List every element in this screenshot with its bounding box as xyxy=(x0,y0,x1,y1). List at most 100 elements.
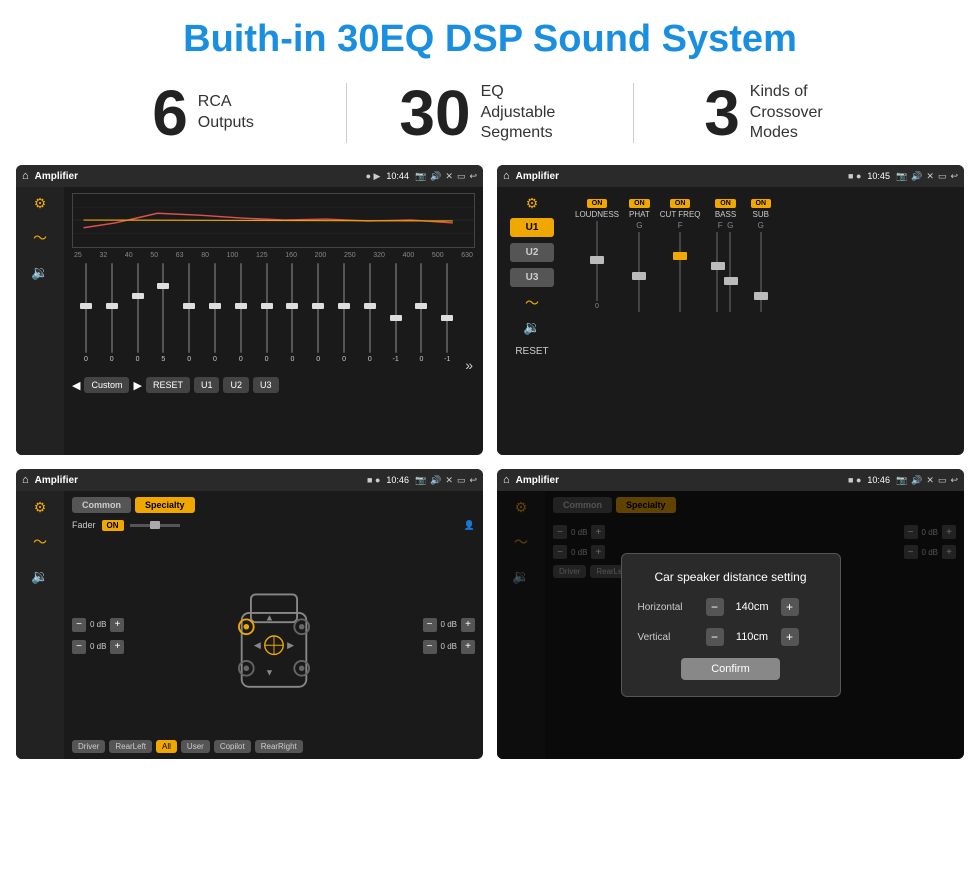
eq-slider-13[interactable]: 0 xyxy=(410,263,434,373)
eq-slider-11[interactable]: 0 xyxy=(358,263,382,373)
x-icon-2: ✕ xyxy=(926,171,934,182)
dot-icon: ● ▶ xyxy=(366,171,381,182)
eq-icon-3[interactable]: ⚙ xyxy=(34,499,47,516)
vertical-plus-btn[interactable]: + xyxy=(781,628,799,646)
eq-slider-0[interactable]: 0 xyxy=(74,263,98,373)
vol-fl-plus[interactable]: + xyxy=(110,618,124,632)
rearright-btn-3[interactable]: RearRight xyxy=(255,740,303,753)
home-icon-4[interactable]: ⌂ xyxy=(503,474,510,486)
eq-main: 25 32 40 50 63 80 100 125 160 200 250 32… xyxy=(64,187,483,455)
vol-fr-minus[interactable]: − xyxy=(423,618,437,632)
eq-slider-9[interactable]: 0 xyxy=(306,263,330,373)
rearleft-btn-3[interactable]: RearLeft xyxy=(109,740,152,753)
driver-btn-3[interactable]: Driver xyxy=(72,740,105,753)
speaker-icon[interactable]: 🔉 xyxy=(31,264,48,281)
sub-on[interactable]: ON xyxy=(751,199,772,208)
freq-80: 80 xyxy=(201,252,209,259)
vol-fl-minus[interactable]: − xyxy=(72,618,86,632)
back-icon-2[interactable]: ↩ xyxy=(950,171,958,182)
screen3-content: ⚙ 〜 🔉 Common Specialty Fader ON 👤 xyxy=(16,491,483,759)
freq-100: 100 xyxy=(227,252,239,259)
wave-icon-2[interactable]: 〜 xyxy=(525,293,539,313)
bass-slider[interactable] xyxy=(711,232,741,312)
home-icon-3[interactable]: ⌂ xyxy=(22,474,29,486)
vol-fr-plus[interactable]: + xyxy=(461,618,475,632)
loudness-on[interactable]: ON xyxy=(587,199,608,208)
svg-text:◀: ◀ xyxy=(253,640,260,650)
back-icon[interactable]: ↩ xyxy=(469,171,477,182)
prev-btn[interactable]: ◀ xyxy=(72,379,80,392)
screen-dialog: ⌂ Amplifier ■ ● 10:46 📷 🔊 ✕ ▭ ↩ ⚙ 〜 🔉 xyxy=(497,469,964,759)
speaker-icon-2[interactable]: 🔉 xyxy=(523,319,540,336)
u1-btn-1[interactable]: U1 xyxy=(194,377,220,393)
all-btn-3[interactable]: All xyxy=(156,740,177,753)
fader-on-badge-3[interactable]: ON xyxy=(102,520,124,531)
vol-rr-plus[interactable]: + xyxy=(461,640,475,654)
phat-on[interactable]: ON xyxy=(629,199,650,208)
screen3-main: Common Specialty Fader ON 👤 − xyxy=(64,491,483,759)
user-btn-3[interactable]: User xyxy=(181,740,210,753)
cutfreq-on[interactable]: ON xyxy=(670,199,691,208)
fader-label-3: Fader xyxy=(72,520,96,530)
horizontal-value: 140cm xyxy=(730,601,775,613)
eq-slider-1[interactable]: 0 xyxy=(100,263,124,373)
topbar-title-3: Amplifier xyxy=(35,475,361,486)
tab-specialty-3[interactable]: Specialty xyxy=(135,497,195,513)
eq-icon[interactable]: ⚙ xyxy=(34,195,47,212)
more-icon[interactable]: » xyxy=(465,357,473,373)
custom-btn[interactable]: Custom xyxy=(84,377,129,393)
eq-slider-10[interactable]: 0 xyxy=(332,263,356,373)
next-btn[interactable]: ▶ xyxy=(133,379,141,392)
back-icon-4[interactable]: ↩ xyxy=(950,475,958,486)
horizontal-minus-btn[interactable]: − xyxy=(706,598,724,616)
vol-rl-plus[interactable]: + xyxy=(110,640,124,654)
reset-btn-1[interactable]: RESET xyxy=(146,377,190,393)
speaker-icon-3[interactable]: 🔉 xyxy=(31,568,48,585)
u3-preset[interactable]: U3 xyxy=(510,268,554,287)
wave-icon-3[interactable]: 〜 xyxy=(33,532,47,552)
back-icon-3[interactable]: ↩ xyxy=(469,475,477,486)
eq-slider-5[interactable]: 0 xyxy=(203,263,227,373)
eq-slider-12[interactable]: -1 xyxy=(384,263,408,373)
loudness-label: LOUDNESS xyxy=(575,210,619,219)
bass-on[interactable]: ON xyxy=(715,199,736,208)
eq-slider-2[interactable]: 0 xyxy=(126,263,150,373)
eq-slider-4[interactable]: 0 xyxy=(177,263,201,373)
home-icon[interactable]: ⌂ xyxy=(22,170,29,182)
vol-rl-minus[interactable]: − xyxy=(72,640,86,654)
sub-slider[interactable] xyxy=(751,232,771,312)
cutfreq-slider[interactable] xyxy=(670,232,690,312)
eq-slider-3[interactable]: 5 xyxy=(151,263,175,373)
eq-slider-8[interactable]: 0 xyxy=(281,263,305,373)
vertical-minus-btn[interactable]: − xyxy=(706,628,724,646)
channel-sub: ON SUB G xyxy=(751,199,772,312)
reset-label-2[interactable]: RESET xyxy=(515,346,548,357)
camera-icon: 📷 xyxy=(415,171,426,182)
u1-preset[interactable]: U1 xyxy=(510,218,554,237)
horizontal-plus-btn[interactable]: + xyxy=(781,598,799,616)
stat-eq-text: EQ Adjustable Segments xyxy=(481,82,581,144)
u2-preset[interactable]: U2 xyxy=(510,243,554,262)
freq-32: 32 xyxy=(99,252,107,259)
topbar-icons-1: 📷 🔊 ✕ ▭ ↩ xyxy=(415,171,477,182)
loudness-slider[interactable] xyxy=(587,221,607,301)
eq-slider-7[interactable]: 0 xyxy=(255,263,279,373)
copilot-btn-3[interactable]: Copilot xyxy=(214,740,251,753)
tab-common-3[interactable]: Common xyxy=(72,497,131,513)
home-icon-2[interactable]: ⌂ xyxy=(503,170,510,182)
camera-icon-3: 📷 xyxy=(415,475,426,486)
volume-icon-4: 🔊 xyxy=(911,475,922,486)
freq-320: 320 xyxy=(373,252,385,259)
eq-slider-14[interactable]: -1 xyxy=(435,263,459,373)
freq-125: 125 xyxy=(256,252,268,259)
confirm-button[interactable]: Confirm xyxy=(681,658,780,680)
eq-icon-2[interactable]: ⚙ xyxy=(526,195,539,212)
phat-slider[interactable] xyxy=(629,232,649,312)
u3-btn-1[interactable]: U3 xyxy=(253,377,279,393)
eq-slider-6[interactable]: 0 xyxy=(229,263,253,373)
u2-btn-1[interactable]: U2 xyxy=(223,377,249,393)
vol-rr-minus[interactable]: − xyxy=(423,640,437,654)
vol-control-rr: − 0 dB + xyxy=(423,640,475,654)
fader-slider-3[interactable] xyxy=(130,519,180,531)
wave-icon[interactable]: 〜 xyxy=(33,228,47,248)
